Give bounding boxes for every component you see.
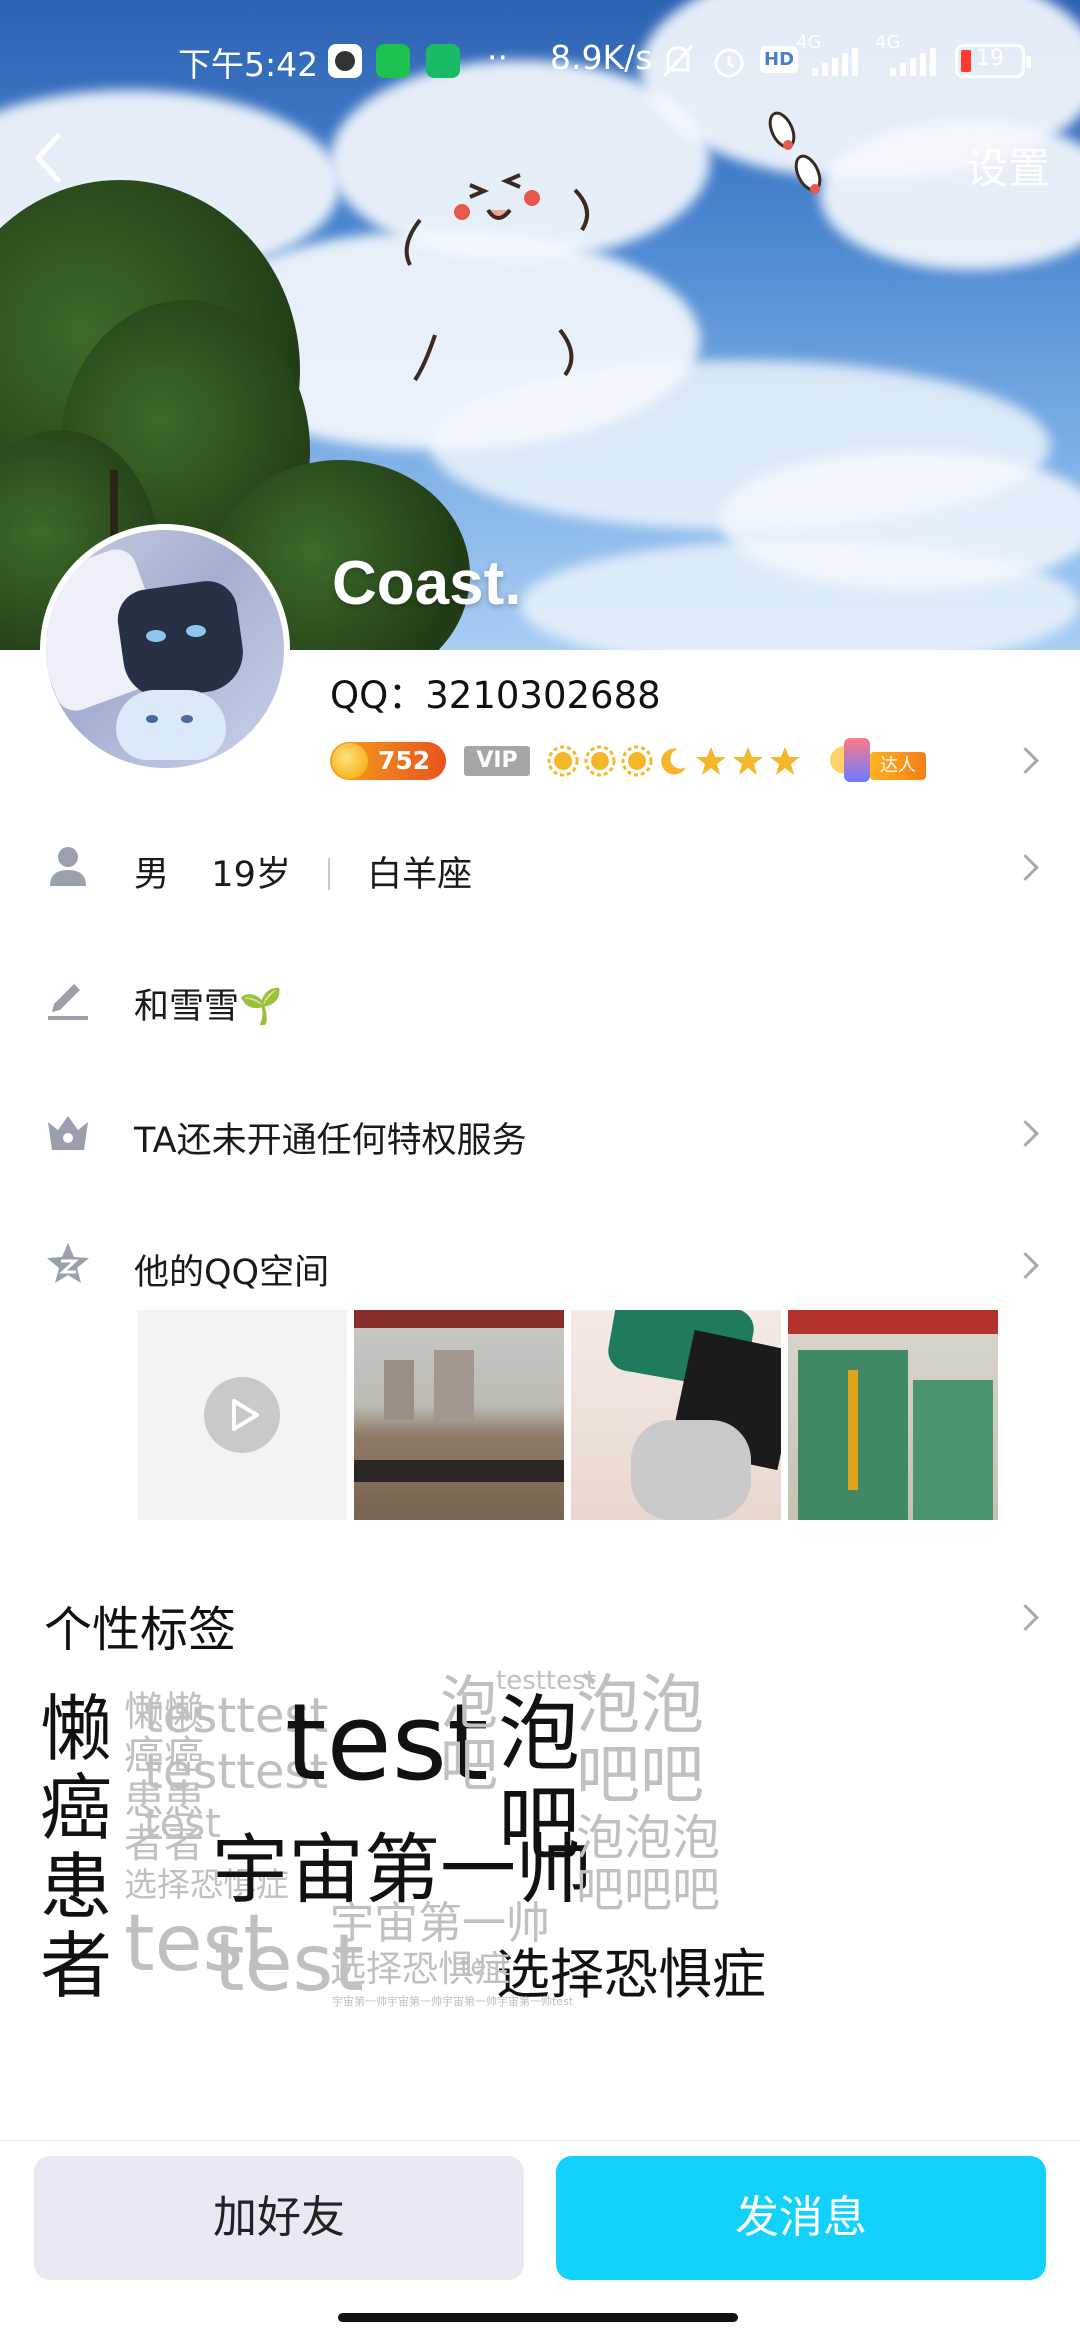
sun-level-icon <box>547 745 579 777</box>
daren-badge[interactable]: 达人 <box>830 738 950 786</box>
qzone-star-icon <box>47 1243 89 1283</box>
divider <box>327 858 330 890</box>
nickname: Coast. <box>332 549 522 618</box>
tag-word: 泡泡 <box>576 1669 704 1743</box>
alarm-icon <box>714 48 744 78</box>
tag-word: 吧 <box>498 1777 581 1872</box>
tag-word: 者 <box>40 1924 113 2008</box>
tag-word: 泡 <box>498 1687 581 1782</box>
settings-button[interactable]: 设置 <box>966 135 1050 196</box>
battery-icon: 19 <box>955 44 1031 78</box>
doodle-sticker-small <box>768 111 822 194</box>
profile-chevron-icon[interactable] <box>1016 745 1036 779</box>
send-message-button[interactable]: 发消息 <box>556 2156 1046 2280</box>
add-friend-button[interactable]: 加好友 <box>34 2156 524 2280</box>
tag-word: 癌 <box>40 1766 113 1850</box>
play-icon <box>204 1377 280 1453</box>
battery-level: 19 <box>976 46 1004 71</box>
qzone-photo-strip[interactable] <box>137 1310 998 1520</box>
privilege-chevron-icon <box>1016 1118 1036 1152</box>
qzone-video-thumb[interactable] <box>137 1310 347 1520</box>
qq-number: QQ：3210302688 <box>330 674 661 717</box>
qzone-chevron-icon <box>1016 1250 1036 1284</box>
signature-row[interactable]: 和雪雪🌱 <box>0 962 1080 1042</box>
tags-chevron-icon[interactable] <box>1016 1602 1036 1636</box>
network-speed: 8.9K/s <box>550 38 653 77</box>
back-arrow-icon[interactable] <box>28 128 68 188</box>
qzone-row[interactable]: 他的QQ空间 <box>0 1228 1080 1308</box>
coin-count: 752 <box>378 746 431 775</box>
tag-word: test <box>144 1801 221 1847</box>
zodiac: 白羊座 <box>367 855 473 895</box>
signal-bars-2-icon <box>890 48 942 76</box>
hd-badge: HD <box>760 46 799 73</box>
basic-info-row[interactable]: 男 19岁 白羊座 <box>0 830 1080 910</box>
sun-level-icon <box>584 745 616 777</box>
badge-row[interactable]: 752 VIP 达人 <box>330 738 950 788</box>
doodle-sticker <box>404 173 590 382</box>
privilege-row[interactable]: TA还未开通任何特权服务 <box>0 1096 1080 1176</box>
daren-label: 达人 <box>870 752 926 780</box>
moon-level-icon <box>661 748 686 775</box>
age: 19岁 <box>211 855 291 895</box>
basic-info-label: 男 19岁 白羊座 <box>134 846 472 897</box>
wechat-icon <box>376 44 410 78</box>
star-level-icon <box>770 747 800 775</box>
tags-title: 个性标签 <box>44 1602 237 1658</box>
coin-badge[interactable]: 752 <box>330 742 446 780</box>
tag-word: 吧 <box>440 1731 499 1799</box>
mute-bell-icon <box>662 44 694 78</box>
qzone-photo[interactable] <box>571 1310 781 1520</box>
gender: 男 <box>134 855 170 895</box>
home-indicator[interactable] <box>338 2313 738 2322</box>
shield-icon <box>426 44 460 78</box>
tag-word: 泡泡泡 <box>576 1810 721 1866</box>
app-notification-icon <box>328 44 362 78</box>
vip-badge[interactable]: VIP <box>464 746 530 776</box>
tag-word: 宇宙第一帅 <box>330 1898 550 1949</box>
crown-icon <box>48 1116 88 1150</box>
pencil-icon <box>48 984 88 1020</box>
tag-cloud[interactable]: 懒 癌 患 者 懒懒 癌癌 患患 者者 选择恐惧症 test testtest … <box>40 1668 1050 2100</box>
status-dots: ·· <box>487 38 508 77</box>
basic-info-chevron-icon <box>1016 852 1036 886</box>
tag-word: 懒 <box>40 1687 113 1771</box>
tag-word: 泡 <box>440 1669 499 1737</box>
bottom-action-bar: 加好友 发消息 <box>0 2140 1080 2290</box>
qzone-label: 他的QQ空间 <box>134 1253 330 1293</box>
privilege-text: TA还未开通任何特权服务 <box>134 1121 527 1161</box>
tag-word: 吧吧 <box>576 1739 704 1813</box>
sun-level-icon <box>621 745 653 777</box>
signature-text: 和雪雪🌱 <box>134 987 283 1027</box>
status-time: 下午5:42 <box>178 45 319 84</box>
star-level-icon <box>733 747 763 775</box>
person-icon <box>50 847 86 886</box>
tag-word: 选择恐惧症 <box>496 1943 766 2006</box>
status-bar: 下午5:42 ·· 8.9K/s HD 4G 4G 19 <box>0 32 1080 90</box>
qzone-photo[interactable] <box>354 1310 564 1520</box>
tag-word: 患 <box>40 1845 113 1929</box>
tag-word: 宇宙第一帅宇宙第一帅宇宙第一帅宇宙第一帅test <box>332 1995 574 2008</box>
tag-word: test <box>460 1952 510 1982</box>
coin-icon <box>332 743 368 779</box>
star-level-icon <box>696 747 726 775</box>
signal-bars-1-icon <box>812 48 864 76</box>
qzone-photo[interactable] <box>788 1310 998 1520</box>
tag-word: 吧吧吧 <box>576 1862 721 1918</box>
avatar[interactable] <box>40 524 290 774</box>
